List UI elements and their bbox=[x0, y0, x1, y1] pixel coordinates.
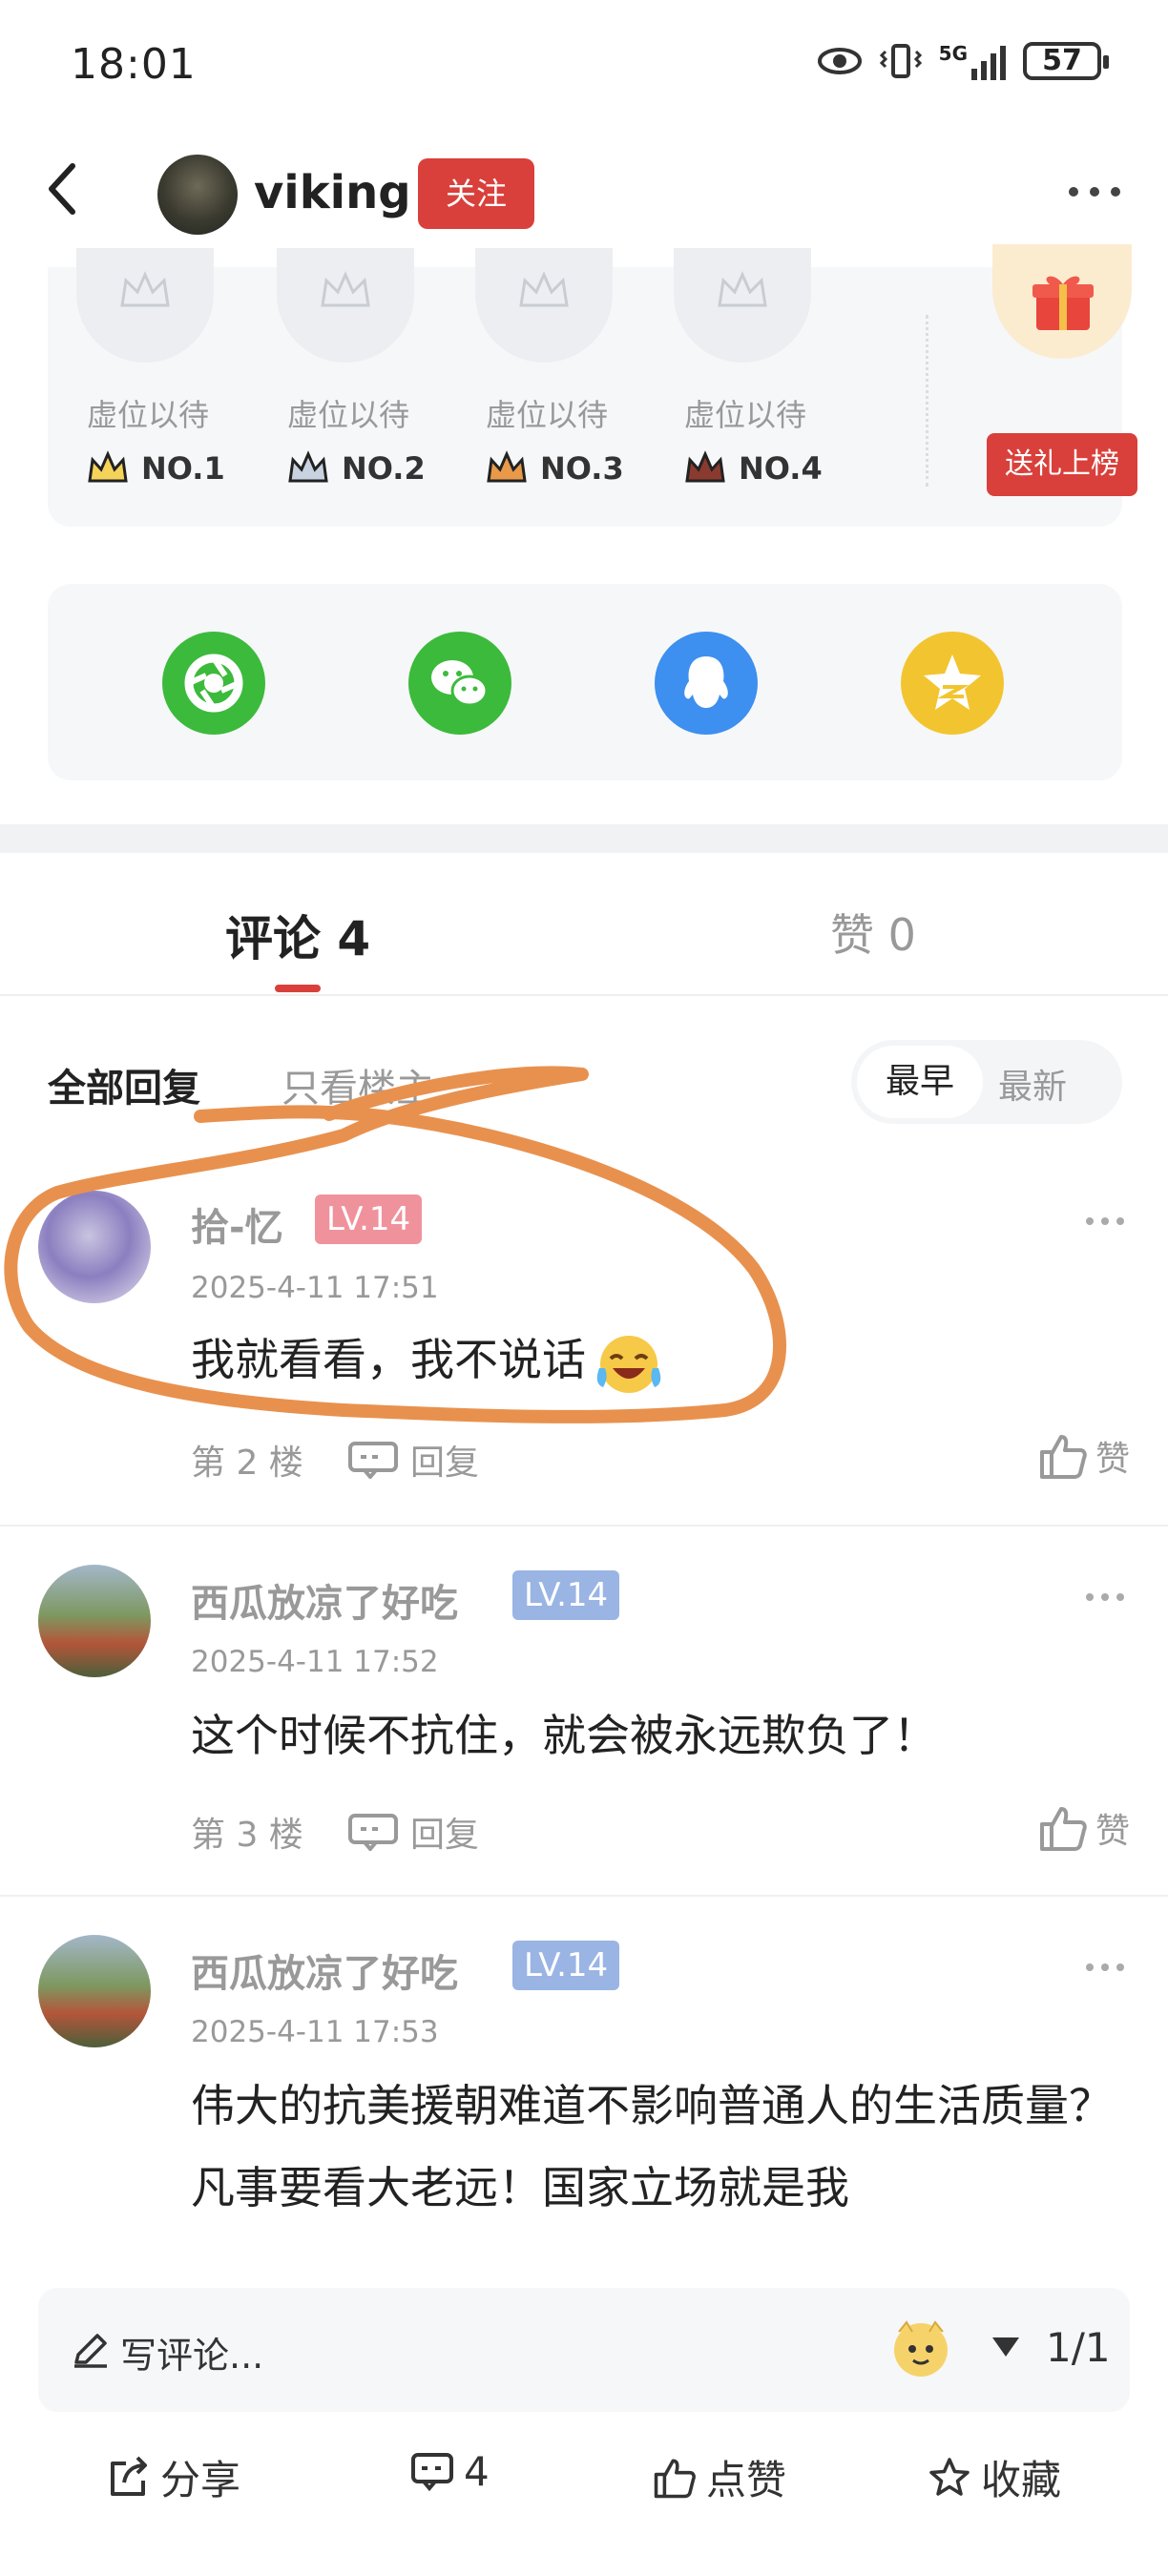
author-avatar[interactable] bbox=[157, 155, 238, 235]
comment-separator bbox=[0, 1895, 1168, 1897]
comment-avatar[interactable] bbox=[38, 1935, 151, 2047]
reply-button[interactable]: 回复 bbox=[347, 1807, 479, 1857]
reply-icon bbox=[348, 1814, 398, 1851]
share-card bbox=[48, 584, 1122, 780]
vibrate-icon bbox=[879, 44, 922, 78]
crown-outline-icon bbox=[120, 271, 170, 307]
comment-author[interactable]: 西瓜放凉了好吃 bbox=[191, 1942, 458, 1998]
like-label: 赞 bbox=[1095, 1812, 1130, 1851]
comment-text: 伟大的抗美援朝难道不影响普通人的生活质量？凡事要看大老远！国家立场就是我 bbox=[191, 2080, 1113, 2213]
moments-icon[interactable] bbox=[162, 632, 265, 735]
battery-indicator: 57 bbox=[1023, 42, 1109, 80]
thumbs-up-icon bbox=[1039, 1807, 1087, 1851]
page-indicator[interactable]: 1/1 bbox=[1046, 2324, 1111, 2371]
comment-icon bbox=[411, 2452, 453, 2491]
author-username[interactable]: viking bbox=[254, 166, 411, 219]
rank-placeholder-avatar bbox=[475, 248, 613, 363]
crown-outline-icon bbox=[519, 271, 569, 307]
gift-rank-card: 虚位以待 NO.1 虚位以待 NO.2 虚位以待 NO.3 虚位以待 NO.4 … bbox=[48, 244, 1137, 527]
comment-count-button[interactable]: 4 bbox=[410, 2448, 490, 2495]
crown-outline-icon bbox=[718, 271, 767, 307]
like-button[interactable]: 赞 bbox=[1038, 1431, 1130, 1481]
share-icon bbox=[111, 2456, 147, 2496]
status-icons: 5G 57 bbox=[817, 42, 1109, 80]
comment-more-icon[interactable] bbox=[1086, 1593, 1124, 1601]
rank-placeholder-avatar bbox=[76, 248, 214, 363]
comment-avatar[interactable] bbox=[38, 1565, 151, 1677]
like-button[interactable]: 赞 bbox=[1038, 1803, 1130, 1853]
eye-icon bbox=[817, 48, 862, 74]
crown-outline-icon bbox=[321, 271, 370, 307]
network-label: 5G bbox=[938, 42, 968, 65]
section-separator bbox=[0, 824, 1168, 853]
comment-floor: 第 3 楼 bbox=[191, 1816, 303, 1855]
tab-divider bbox=[0, 994, 1168, 996]
gift-avatar[interactable] bbox=[992, 244, 1132, 359]
sort-newest-button[interactable]: 最新 bbox=[998, 1059, 1067, 1109]
status-time: 18:01 bbox=[71, 40, 197, 89]
tab-comments[interactable]: 评论 4 bbox=[225, 901, 370, 969]
silver-crown-icon bbox=[288, 450, 328, 483]
back-icon[interactable] bbox=[42, 160, 84, 218]
wechat-icon[interactable] bbox=[408, 632, 511, 735]
signal-indicator: 5G bbox=[939, 42, 1006, 80]
follow-button[interactable]: 关注 bbox=[418, 158, 534, 229]
gold-crown-icon bbox=[88, 450, 128, 483]
comment-text: 这个时候不抗住，就会被永远欺负了！ bbox=[191, 1710, 937, 1761]
level-badge: LV.14 bbox=[512, 1570, 620, 1620]
like-post-label: 点赞 bbox=[706, 2457, 787, 2503]
level-badge: LV.14 bbox=[512, 1941, 620, 1990]
qzone-icon[interactable] bbox=[901, 632, 1004, 735]
rank-number: NO.3 bbox=[540, 450, 624, 487]
like-post-button[interactable]: 点赞 bbox=[653, 2448, 786, 2506]
gift-rank-button[interactable]: 送礼上榜 bbox=[987, 433, 1137, 496]
rank-number: NO.2 bbox=[342, 450, 426, 487]
comment-separator bbox=[0, 1525, 1168, 1527]
rank-placeholder-avatar bbox=[277, 248, 414, 363]
thumbs-up-icon bbox=[654, 2459, 696, 2498]
favorite-label: 收藏 bbox=[981, 2457, 1062, 2503]
rank-label: 虚位以待 bbox=[485, 397, 608, 433]
rank-number: NO.1 bbox=[141, 450, 225, 487]
pencil-icon bbox=[74, 2334, 107, 2368]
sort-earliest-button[interactable]: 最早 bbox=[857, 1046, 983, 1118]
page-dropdown-icon[interactable] bbox=[991, 2336, 1021, 2358]
rank-number: NO.4 bbox=[739, 450, 823, 487]
comment-date: 2025-4-11 17:53 bbox=[191, 2015, 439, 2049]
comment-date: 2025-4-11 17:52 bbox=[191, 1645, 439, 1679]
comment-more-icon[interactable] bbox=[1086, 1217, 1124, 1225]
comment-author[interactable]: 西瓜放凉了好吃 bbox=[191, 1572, 458, 1628]
rank-label: 虚位以待 bbox=[683, 397, 806, 433]
more-options-icon[interactable] bbox=[1069, 187, 1120, 197]
share-label: 分享 bbox=[160, 2457, 241, 2503]
like-label: 赞 bbox=[1095, 1440, 1130, 1479]
share-button[interactable]: 分享 bbox=[107, 2448, 240, 2506]
qq-icon[interactable] bbox=[655, 632, 758, 735]
gift-icon bbox=[1032, 276, 1094, 330]
rank-placeholder-avatar bbox=[674, 248, 811, 363]
comment-more-icon[interactable] bbox=[1086, 1963, 1124, 1971]
tab-likes[interactable]: 赞 0 bbox=[830, 901, 916, 964]
emoji-icon[interactable] bbox=[887, 2315, 954, 2381]
favorite-button[interactable]: 收藏 bbox=[928, 2448, 1061, 2506]
dark-crown-icon bbox=[685, 450, 725, 483]
comment-input-placeholder[interactable]: 写评论... bbox=[120, 2326, 263, 2379]
star-icon bbox=[929, 2457, 970, 2496]
tab-active-indicator bbox=[275, 985, 321, 992]
thumbs-up-icon bbox=[1039, 1435, 1087, 1479]
highlight-annotation bbox=[4, 1066, 786, 1423]
reply-label: 回复 bbox=[410, 1816, 480, 1855]
bronze-crown-icon bbox=[487, 450, 527, 483]
rank-label: 虚位以待 bbox=[286, 397, 409, 433]
rank-divider bbox=[926, 315, 928, 487]
comment-count: 4 bbox=[464, 2448, 490, 2495]
rank-label: 虚位以待 bbox=[86, 397, 209, 433]
